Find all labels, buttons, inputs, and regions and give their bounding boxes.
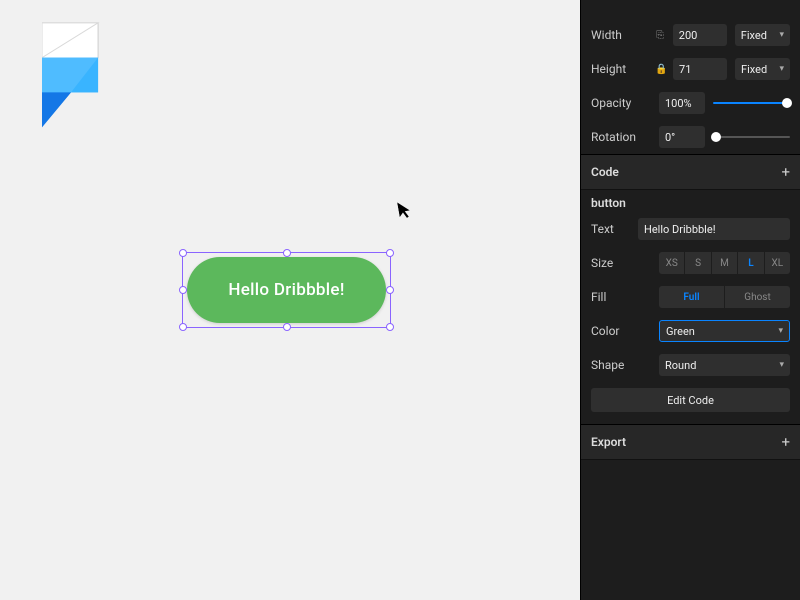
chevron-down-icon: ▾ — [779, 360, 784, 370]
text-input[interactable] — [638, 218, 790, 240]
inspector-panel: Width ⎘ Fixed ▾ Height 🔒 Fixed ▾ Opacity — [580, 0, 800, 600]
design-button[interactable]: Hello Dribbble! — [187, 257, 386, 323]
code-section-header[interactable]: Code + — [581, 154, 800, 190]
opacity-slider[interactable] — [713, 102, 790, 104]
edit-code-button[interactable]: Edit Code — [591, 388, 790, 412]
shape-value: Round — [665, 359, 696, 372]
resize-handle[interactable] — [386, 323, 394, 331]
selection-frame[interactable]: Hello Dribbble! — [182, 252, 391, 328]
text-label: Text — [591, 222, 630, 236]
chevron-down-icon: ▾ — [779, 64, 784, 74]
width-mode-select[interactable]: Fixed ▾ — [735, 24, 790, 46]
canvas[interactable]: Hello Dribbble! — [0, 0, 580, 600]
resize-handle[interactable] — [179, 249, 187, 257]
shape-label: Shape — [591, 358, 651, 372]
size-xl[interactable]: XL — [765, 252, 790, 274]
opacity-label: Opacity — [591, 96, 651, 110]
cursor-icon — [397, 200, 415, 225]
lock-icon[interactable]: ⎘ — [655, 30, 664, 41]
resize-handle[interactable] — [179, 323, 187, 331]
height-label: Height — [591, 62, 647, 76]
rotation-label: Rotation — [591, 130, 651, 144]
chevron-down-icon: ▾ — [779, 30, 784, 40]
fill-segmented[interactable]: Full Ghost — [659, 286, 790, 308]
opacity-input[interactable] — [659, 92, 705, 114]
export-section-title: Export — [591, 435, 626, 449]
code-section-title: Code — [591, 165, 619, 179]
height-input[interactable] — [673, 58, 727, 80]
fill-ghost[interactable]: Ghost — [725, 286, 790, 308]
width-mode-value: Fixed — [741, 29, 767, 42]
resize-handle[interactable] — [386, 249, 394, 257]
resize-handle[interactable] — [283, 323, 291, 331]
fill-full[interactable]: Full — [659, 286, 725, 308]
lock-icon[interactable]: 🔒 — [655, 64, 665, 75]
resize-handle[interactable] — [386, 286, 394, 294]
height-mode-value: Fixed — [741, 63, 767, 76]
size-segmented[interactable]: XS S M L XL — [659, 252, 790, 274]
color-label: Color — [591, 324, 651, 338]
resize-handle[interactable] — [283, 249, 291, 257]
size-l[interactable]: L — [738, 252, 764, 274]
chevron-down-icon: ▾ — [778, 326, 783, 336]
fill-label: Fill — [591, 290, 651, 304]
width-input[interactable] — [673, 24, 727, 46]
height-mode-select[interactable]: Fixed ▾ — [735, 58, 790, 80]
design-button-label: Hello Dribbble! — [228, 280, 344, 300]
export-section-header[interactable]: Export + — [581, 424, 800, 460]
size-xs[interactable]: XS — [659, 252, 685, 274]
width-label: Width — [591, 28, 647, 42]
rotation-slider[interactable] — [713, 136, 790, 138]
size-m[interactable]: M — [712, 252, 738, 274]
size-s[interactable]: S — [685, 252, 711, 274]
resize-handle[interactable] — [179, 286, 187, 294]
plus-icon[interactable]: + — [781, 433, 790, 451]
color-select[interactable]: Green ▾ — [659, 320, 790, 342]
framer-logo — [42, 22, 100, 130]
color-value: Green — [666, 325, 695, 338]
rotation-input[interactable] — [659, 126, 705, 148]
plus-icon[interactable]: + — [781, 163, 790, 181]
size-label: Size — [591, 256, 651, 270]
shape-select[interactable]: Round ▾ — [659, 354, 790, 376]
component-name: button — [581, 190, 800, 212]
